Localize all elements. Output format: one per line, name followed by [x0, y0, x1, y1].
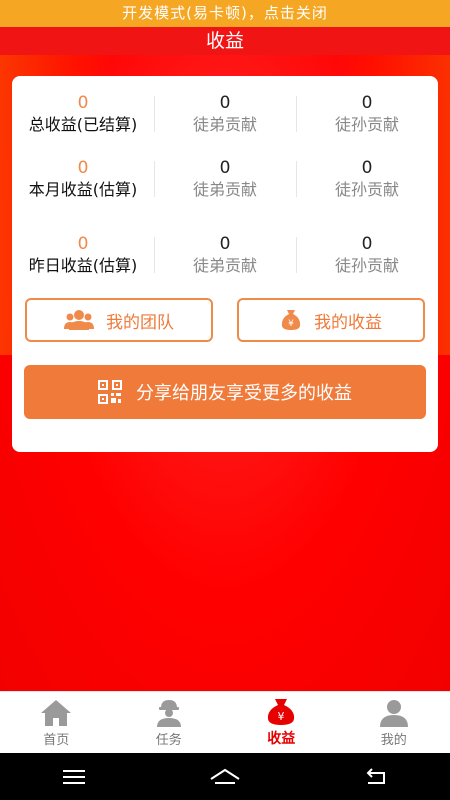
- my-income-button[interactable]: ¥ 我的收益: [237, 298, 425, 342]
- page-title: 收益: [0, 27, 450, 55]
- bottom-tab-bar: 首页 任务 ¥ 收益 我的: [0, 691, 450, 753]
- stat-apprentice-contribution[interactable]: 0 徒弟贡献: [154, 88, 296, 138]
- stat-label: 昨日收益(估算): [28, 256, 138, 275]
- my-income-label: 我的收益: [314, 312, 382, 333]
- stat-value: 0: [77, 93, 89, 113]
- menu-icon[interactable]: [62, 768, 86, 786]
- tab-profile[interactable]: 我的: [338, 692, 450, 754]
- stat-grand-apprentice-contribution[interactable]: 0 徒孙贡献: [296, 88, 438, 138]
- worker-icon: [156, 699, 181, 727]
- money-bag-icon: ¥: [281, 310, 301, 330]
- stat-yesterday-income[interactable]: 0 昨日收益(估算): [12, 229, 154, 279]
- tab-label: 首页: [43, 732, 70, 748]
- earnings-card: 0 总收益(已结算) 0 徒弟贡献 0 徒孙贡献 0 本月收益(估算) 0 徒弟…: [12, 76, 438, 452]
- money-bag-icon: ¥: [268, 699, 295, 725]
- stat-total-income[interactable]: 0 总收益(已结算): [12, 88, 154, 138]
- stat-row-total: 0 总收益(已结算) 0 徒弟贡献 0 徒孙贡献: [12, 88, 438, 138]
- home-icon: [41, 699, 72, 726]
- stat-apprentice-contribution[interactable]: 0 徒弟贡献: [154, 153, 296, 203]
- stat-label: 徒孙贡献: [334, 180, 399, 199]
- stat-row-month: 0 本月收益(估算) 0 徒弟贡献 0 徒孙贡献: [12, 153, 438, 203]
- stat-label: 徒孙贡献: [334, 256, 399, 275]
- back-icon[interactable]: [364, 767, 388, 786]
- money-badge: ¥: [278, 710, 285, 723]
- stat-label: 徒弟贡献: [192, 115, 257, 134]
- my-team-label: 我的团队: [106, 312, 174, 333]
- dev-mode-banner[interactable]: 开发模式(易卡顿)，点击关闭: [0, 0, 450, 27]
- stat-label: 本月收益(估算): [28, 180, 138, 199]
- stat-value: 0: [361, 234, 373, 254]
- stat-apprentice-contribution[interactable]: 0 徒弟贡献: [154, 229, 296, 279]
- tab-income[interactable]: ¥ 收益: [225, 692, 338, 754]
- my-team-button[interactable]: 我的团队: [25, 298, 213, 342]
- stat-value: 0: [219, 234, 231, 254]
- stat-value: 0: [361, 158, 373, 178]
- stat-value: 0: [219, 93, 231, 113]
- tab-label: 我的: [380, 732, 407, 748]
- tab-label: 收益: [267, 731, 296, 747]
- stat-label: 总收益(已结算): [28, 115, 138, 134]
- tab-tasks[interactable]: 任务: [113, 692, 226, 754]
- stat-grand-apprentice-contribution[interactable]: 0 徒孙贡献: [296, 153, 438, 203]
- home-nav-icon[interactable]: [209, 768, 241, 786]
- share-label: 分享给朋友享受更多的收益: [136, 383, 352, 404]
- system-nav-bar: [0, 753, 450, 800]
- stat-value: 0: [77, 158, 89, 178]
- stat-month-income[interactable]: 0 本月收益(估算): [12, 153, 154, 203]
- team-icon: [64, 310, 94, 330]
- svg-text:¥: ¥: [288, 319, 294, 329]
- tab-home[interactable]: 首页: [0, 692, 113, 754]
- stat-label: 徒弟贡献: [192, 180, 257, 199]
- tab-label: 任务: [155, 732, 182, 748]
- stat-grand-apprentice-contribution[interactable]: 0 徒孙贡献: [296, 229, 438, 279]
- stat-value: 0: [77, 234, 89, 254]
- stat-row-yesterday: 0 昨日收益(估算) 0 徒弟贡献 0 徒孙贡献: [12, 229, 438, 279]
- qr-code-icon: [98, 380, 122, 404]
- share-button[interactable]: 分享给朋友享受更多的收益: [24, 365, 426, 419]
- stat-value: 0: [361, 93, 373, 113]
- stat-label: 徒弟贡献: [192, 256, 257, 275]
- stat-label: 徒孙贡献: [334, 115, 399, 134]
- user-icon: [379, 699, 408, 727]
- stat-value: 0: [219, 158, 231, 178]
